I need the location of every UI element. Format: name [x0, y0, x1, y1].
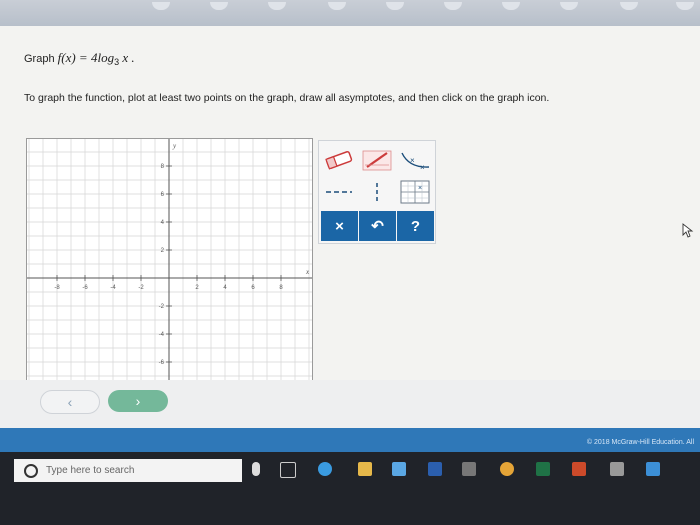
powerpoint-icon[interactable] [572, 462, 586, 476]
graph-icon: × [400, 180, 430, 204]
coordinate-grid[interactable]: -8-6-4-224688642-2-4-6-8xy [27, 139, 312, 405]
dashed-line-icon [326, 191, 352, 193]
eraser-icon [325, 151, 353, 170]
top-bar-tab [560, 2, 578, 10]
store-icon[interactable] [392, 462, 406, 476]
clear-button[interactable]: × [321, 211, 358, 241]
y-tick-label: 2 [161, 248, 165, 254]
file-explorer-icon[interactable] [358, 462, 372, 476]
svg-text:×: × [418, 185, 422, 192]
x-tick-label: 6 [251, 285, 255, 291]
browser-top-bar [0, 0, 700, 26]
cortana-icon [24, 463, 38, 478]
graph-tools-panel: × × × × ↶ ? [318, 140, 436, 244]
footer-bar: © 2018 McGraw-Hill Education. All [0, 428, 700, 452]
top-bar-tab [502, 2, 520, 10]
x-tick-label: 4 [223, 285, 227, 291]
problem-statement: Graph f(x) = 4log3 x . [24, 50, 135, 67]
curve-tool[interactable]: × × [397, 145, 433, 175]
x-tick-label: -6 [82, 285, 88, 291]
svg-text:×: × [420, 163, 425, 172]
next-button[interactable]: › [108, 390, 168, 412]
calendar-icon[interactable] [610, 462, 624, 476]
edge-icon[interactable] [318, 462, 332, 476]
graphing-area[interactable]: -8-6-4-224688642-2-4-6-8xy [26, 138, 313, 406]
top-bar-tab [386, 2, 404, 10]
top-bar-tab [620, 2, 638, 10]
undo-button[interactable]: ↶ [359, 211, 396, 241]
problem-lead: Graph [24, 53, 58, 65]
y-tick-label: -6 [159, 360, 165, 366]
search-placeholder: Type here to search [46, 465, 135, 476]
excel-icon[interactable] [536, 462, 550, 476]
top-bar-tab [676, 2, 694, 10]
graph-icon-button[interactable]: × [397, 177, 433, 207]
svg-text:×: × [410, 156, 415, 165]
y-tick-label: -2 [159, 304, 165, 310]
x-tick-label: -2 [138, 285, 144, 291]
y-tick-label: 8 [161, 164, 165, 170]
mouse-cursor-icon [682, 223, 694, 238]
curve-icon: × × [401, 152, 430, 172]
vertical-line-tool[interactable] [359, 177, 395, 207]
x-tick-label: -4 [110, 285, 116, 291]
pencil-tool[interactable] [359, 145, 395, 175]
x-tick-label: -8 [54, 285, 60, 291]
top-bar-tab [152, 2, 170, 10]
function-tail: x . [119, 50, 135, 65]
previous-button[interactable]: ‹ [40, 390, 100, 414]
vertical-line-icon [376, 183, 378, 202]
microphone-icon[interactable] [252, 462, 260, 476]
question-nav: ‹ › [0, 380, 700, 428]
function-expression: f(x) = 4log [57, 50, 115, 65]
lync-icon[interactable] [646, 462, 660, 476]
eraser-tool[interactable] [321, 145, 357, 175]
top-bar-tab [328, 2, 346, 10]
top-bar-tab [444, 2, 462, 10]
x-tick-label: 8 [279, 285, 283, 291]
pencil-icon [362, 150, 392, 171]
top-bar-tab [210, 2, 228, 10]
chrome-icon[interactable] [500, 462, 514, 476]
word-icon[interactable] [428, 462, 442, 476]
x-tick-label: 2 [195, 285, 199, 291]
task-view-icon[interactable] [280, 462, 296, 478]
windows-taskbar: Type here to search [0, 452, 700, 525]
copyright-text: © 2018 McGraw-Hill Education. All [586, 439, 694, 446]
taskbar-search[interactable]: Type here to search [14, 459, 242, 482]
help-button[interactable]: ? [397, 211, 434, 241]
y-tick-label: 6 [161, 192, 165, 198]
question-content: Graph f(x) = 4log3 x . To graph the func… [0, 26, 700, 428]
y-tick-label: 4 [161, 220, 165, 226]
dashed-line-tool[interactable] [321, 177, 357, 207]
calculator-icon[interactable] [462, 462, 476, 476]
y-tick-label: -4 [159, 332, 165, 338]
instruction-text: To graph the function, plot at least two… [24, 92, 550, 104]
y-axis-label: y [172, 142, 177, 150]
top-bar-tab [268, 2, 286, 10]
